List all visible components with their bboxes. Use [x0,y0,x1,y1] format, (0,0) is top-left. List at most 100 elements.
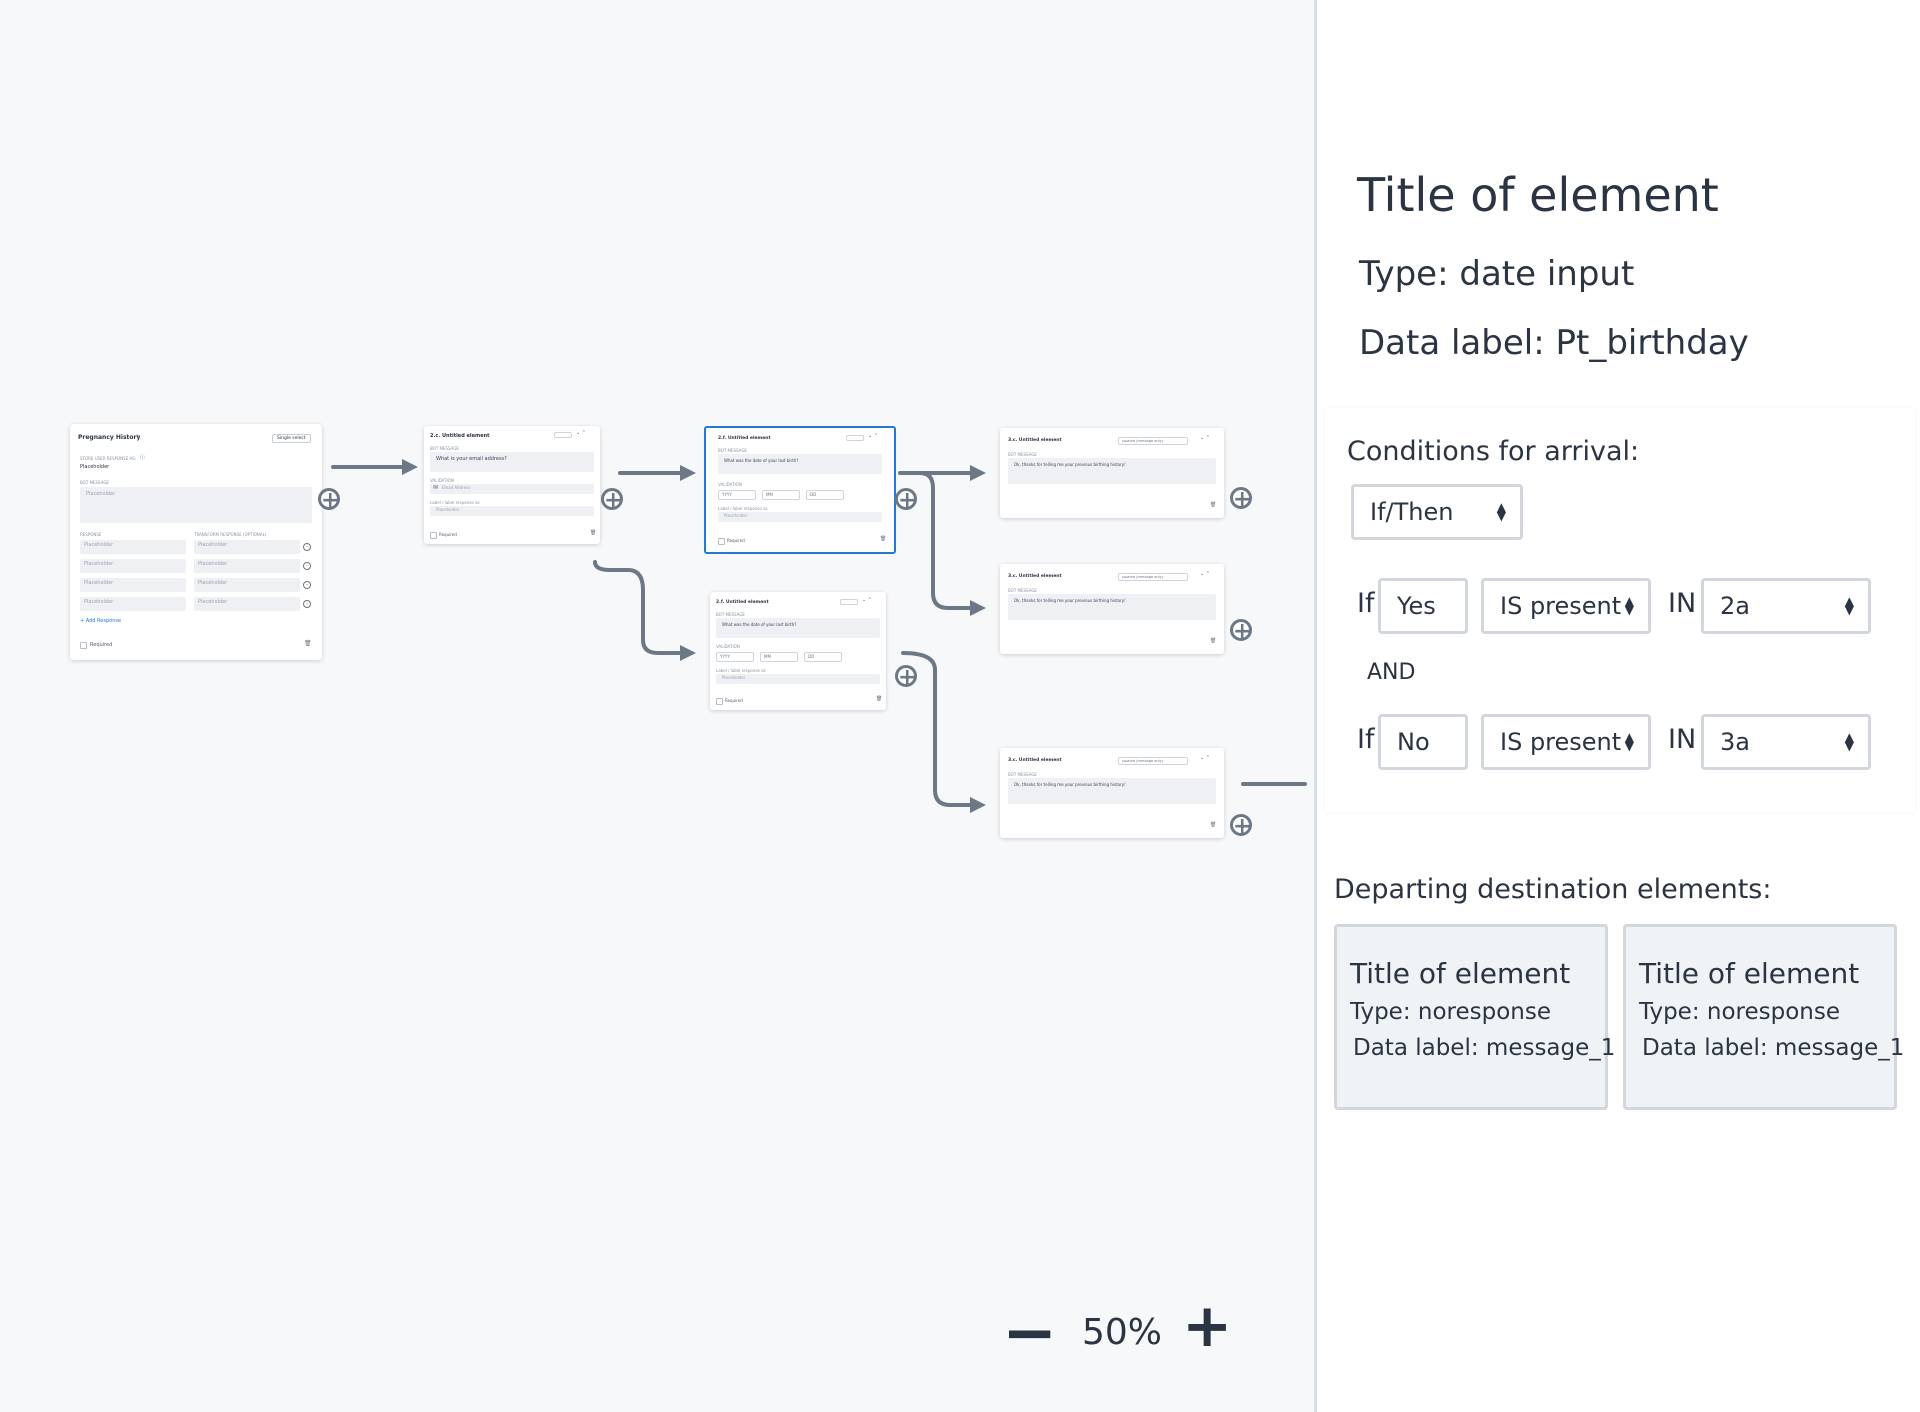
response-input[interactable]: Placeholder [80,578,186,592]
departing-element-card[interactable]: Title of element Type: noresponse Data l… [1623,924,1904,1110]
flow-card-date[interactable]: 2.f. Untitled element ⌄ ⌃ BOT MESSAGE Wh… [710,592,886,710]
condition-if-label: If [1357,588,1375,619]
flow-card-message[interactable]: 3.c. Untitled element (sparse (message o… [1000,428,1224,518]
chevron-icons[interactable]: ⌄ ⌃ [868,433,878,439]
label-select[interactable]: Placeholder [430,506,594,516]
bot-message-label: BOT MESSAGE [716,612,745,617]
label-as-label: Label / label response as [716,668,766,673]
response-input[interactable]: Placeholder [80,540,186,554]
conditions-heading: Conditions for arrival: [1347,436,1640,467]
chevron-icons[interactable]: ⌄ ⌃ [576,430,586,436]
add-node-button[interactable]: + [318,488,340,512]
remove-response-icon[interactable]: - [303,581,311,589]
add-node-button[interactable]: + [601,488,623,512]
remove-response-icon[interactable]: - [303,543,311,551]
email-input[interactable]: Email Address [430,484,594,494]
bot-message-input[interactable]: Ok, thanks for telling me your previous … [1008,458,1216,484]
day-select[interactable]: DD [804,652,842,662]
zoom-in-button[interactable]: + [1182,1296,1232,1356]
condition-operator-select[interactable]: IS present ▲ ▼ [1481,578,1651,634]
card-title: 2.f. Untitled element [716,600,769,605]
condition-mode-select[interactable]: If/Then ▲ ▼ [1351,484,1523,540]
type-select[interactable] [846,435,864,441]
dest-title: Title of element [1350,957,1571,990]
transform-input[interactable]: Placeholder [194,540,300,554]
condition-mode-value: If/Then [1370,498,1454,526]
card-title: 3.c. Untitled element [1008,438,1062,443]
condition-value-input[interactable]: Yes [1378,578,1468,634]
year-select[interactable]: YYYY [718,490,756,500]
add-response-link[interactable]: + Add Response [80,618,121,624]
condition-operator-select[interactable]: IS present ▲ ▼ [1481,714,1651,770]
type-select[interactable] [554,432,572,438]
connector-layer [331,459,1307,813]
add-node-button[interactable]: + [895,488,917,512]
card-title: Pregnancy History [78,434,141,441]
type-select[interactable] [840,599,858,605]
departing-element-card[interactable]: Title of element Type: noresponse Data l… [1334,924,1615,1110]
flow-card-message[interactable]: 3.c. Untitled element (sparse (message o… [1000,748,1224,838]
condition-operator-text: IS present [1500,592,1622,620]
bot-message-input[interactable]: Ok, thanks for telling me your previous … [1008,594,1216,620]
label-select[interactable]: Placeholder [718,512,882,522]
dest-type: Type: noresponse [1639,999,1841,1025]
condition-target-select[interactable]: 3a ▲ ▼ [1701,714,1871,770]
add-node-button[interactable]: + [1230,814,1252,838]
bot-message-input[interactable]: What is your email address? [430,452,594,472]
zoom-out-button[interactable]: − [1002,1300,1057,1366]
flow-card-email[interactable]: 2.c. Untitled element ⌄ ⌃ BOT MESSAGE Wh… [424,426,600,544]
label-select[interactable]: Placeholder [716,674,880,684]
response-input[interactable]: Placeholder [80,559,186,573]
transform-input[interactable]: Placeholder [194,578,300,592]
trash-icon[interactable]: 🗑 [876,696,882,702]
trash-icon[interactable]: 🗑 [1210,822,1216,828]
chevron-icons[interactable]: ⌄ ⌃ [862,597,872,603]
type-select[interactable]: (sparse (message only) [1118,757,1188,765]
add-node-button[interactable]: + [1230,619,1252,643]
response-input[interactable]: Placeholder [80,597,186,611]
flow-card-pregnancy-history[interactable]: Pregnancy History ✎ Single select STORE … [70,424,322,660]
bot-message-input[interactable]: What was the date of your last birth? [716,618,880,638]
store-response-value[interactable]: Placeholder [80,464,109,470]
remove-response-icon[interactable]: - [303,562,311,570]
trash-icon[interactable]: 🗑 [1210,502,1216,508]
add-node-button[interactable]: + [1230,487,1252,511]
bot-message-input[interactable]: Ok, thanks for telling me your previous … [1008,778,1216,804]
condition-target-select[interactable]: 2a ▲ ▼ [1701,578,1871,634]
trash-icon[interactable]: 🗑 [304,640,312,647]
bot-message-input[interactable]: Placeholder [80,487,312,523]
chevron-icons[interactable]: ⌄ ⌃ [1200,755,1210,761]
transform-input[interactable]: Placeholder [194,559,300,573]
element-title: Title of element [1357,168,1719,222]
required-checkbox[interactable] [430,532,437,539]
type-select[interactable]: (sparse (message only) [1118,573,1188,581]
trash-icon[interactable]: 🗑 [590,530,596,536]
edit-icon[interactable]: ✎ [136,434,140,440]
flow-card-message[interactable]: 3.c. Untitled element (sparse (message o… [1000,564,1224,654]
card-type-badge[interactable]: Single select [272,434,311,443]
type-select[interactable]: (sparse (message only) [1118,437,1188,445]
trash-icon[interactable]: 🗑 [880,536,886,542]
flow-card-date-selected[interactable]: 2.f. Untitled element ⌄ ⌃ BOT MESSAGE Wh… [704,426,896,554]
flow-canvas[interactable]: Pregnancy History ✎ Single select STORE … [0,0,1314,1412]
day-select[interactable]: DD [806,490,844,500]
year-select[interactable]: YYYY [716,652,754,662]
transform-input[interactable]: Placeholder [194,597,300,611]
remove-response-icon[interactable]: - [303,600,311,608]
element-data-label: Data label: Pt_birthday [1359,323,1749,363]
required-checkbox[interactable] [716,698,723,705]
required-checkbox[interactable] [80,642,87,649]
sort-arrows-icon: ▲ ▼ [1844,730,1854,753]
month-select[interactable]: MM [762,490,800,500]
trash-icon[interactable]: 🗑 [1210,638,1216,644]
bot-message-input[interactable]: What was the date of your last birth? [718,454,882,474]
chevron-icons[interactable]: ⌄ ⌃ [1200,571,1210,577]
info-icon: ⓘ [140,455,146,461]
month-select[interactable]: MM [760,652,798,662]
required-label: Required [439,532,457,537]
chevron-icons[interactable]: ⌄ ⌃ [1200,435,1210,441]
required-checkbox[interactable] [718,538,725,545]
add-node-button[interactable]: + [895,665,917,689]
properties-panel: Title of element Type: date input Data l… [1314,0,1920,1412]
condition-value-input[interactable]: No [1378,714,1468,770]
